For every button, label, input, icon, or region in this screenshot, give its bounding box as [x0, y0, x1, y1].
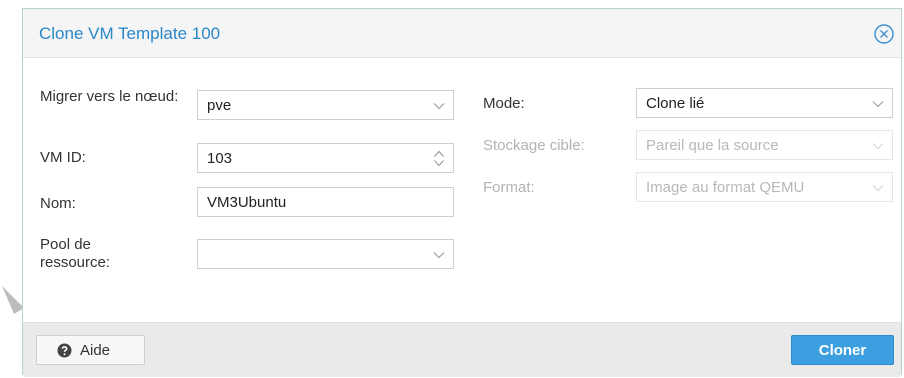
vmid-spinner[interactable]: 103: [197, 143, 454, 173]
pool-label: Pool de ressource:: [40, 236, 111, 271]
mode-label: Mode:: [483, 95, 525, 112]
chevron-down-icon[interactable]: [433, 100, 445, 112]
clone-vm-dialog: Clone VM Template 100 Migrer vers le nœu…: [22, 8, 902, 377]
name-label: Nom:: [40, 195, 76, 212]
close-icon[interactable]: [873, 23, 895, 45]
clone-form: Migrer vers le nœud: pve VM ID: 103 Nom:…: [23, 57, 901, 322]
target-node-value: pve: [207, 97, 232, 114]
question-circle-icon: [57, 343, 72, 358]
help-button-label: Aide: [80, 342, 111, 359]
target-storage-select: Pareil que la source: [636, 130, 893, 160]
dialog-footer: Aide Cloner: [23, 322, 901, 377]
format-value: Image au format QEMU: [646, 179, 805, 196]
name-value: VM3Ubuntu: [207, 194, 287, 211]
clone-button-label: Cloner: [818, 342, 867, 359]
chevron-down-icon[interactable]: [872, 98, 884, 110]
mode-value: Clone lié: [646, 95, 705, 112]
target-node-select[interactable]: pve: [197, 90, 454, 120]
chevron-down-icon[interactable]: [433, 249, 445, 261]
target-storage-value: Pareil que la source: [646, 137, 779, 154]
target-storage-label: Stockage cible:: [483, 137, 585, 154]
format-label: Format:: [483, 179, 535, 196]
pool-select[interactable]: [197, 239, 454, 269]
name-input[interactable]: VM3Ubuntu: [197, 187, 454, 217]
chevron-down-icon: [872, 185, 884, 192]
help-button[interactable]: Aide: [36, 335, 145, 365]
target-node-label: Migrer vers le nœud:: [40, 88, 179, 105]
dialog-header: Clone VM Template 100: [23, 9, 901, 58]
mode-select[interactable]: Clone lié: [636, 88, 893, 118]
vmid-label: VM ID:: [40, 149, 86, 166]
dialog-title: Clone VM Template 100: [39, 24, 221, 43]
spinner-arrows-icon[interactable]: [433, 150, 445, 167]
clone-button[interactable]: Cloner: [791, 335, 894, 365]
chevron-down-icon: [872, 143, 884, 150]
vmid-value: 103: [207, 150, 233, 167]
format-select: Image au format QEMU: [636, 172, 893, 202]
